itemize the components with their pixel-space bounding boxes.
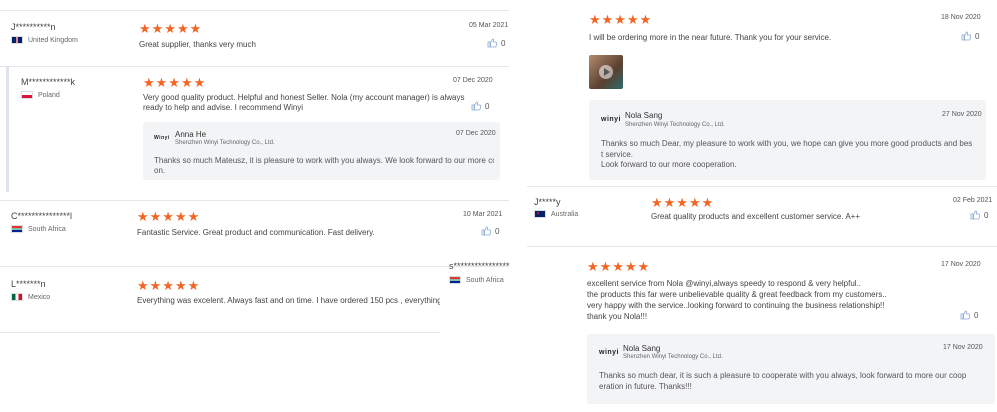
thumbs-up-icon bbox=[961, 31, 971, 41]
thumbs-up-icon bbox=[960, 310, 970, 320]
flag-icon bbox=[534, 210, 546, 218]
play-icon bbox=[599, 65, 613, 79]
seller-name: Nola Sang bbox=[625, 111, 663, 120]
divider bbox=[0, 66, 509, 67]
review-text-line: ready to help and advise. I recommend Wi… bbox=[143, 103, 304, 112]
review-text: I will be ordering more in the near futu… bbox=[589, 33, 832, 42]
reviewer-name: M************k bbox=[21, 77, 76, 87]
review-date: 10 Mar 2021 bbox=[463, 211, 503, 218]
reply-date: 17 Nov 2020 bbox=[943, 344, 983, 351]
review-date: 05 Mar 2021 bbox=[469, 22, 509, 29]
flag-icon bbox=[11, 293, 23, 301]
thumbs-up-icon bbox=[970, 210, 980, 220]
country-label: Australia bbox=[551, 210, 579, 218]
like-button[interactable]: 0 bbox=[481, 226, 499, 236]
thumbs-up-icon bbox=[471, 101, 481, 111]
country-label: South Africa bbox=[28, 225, 66, 233]
reply-date: 27 Nov 2020 bbox=[942, 111, 982, 118]
review-text-line: excellent service from Nola @winyi,alway… bbox=[587, 279, 862, 288]
reviewer-country: Mexico bbox=[11, 293, 50, 301]
seller-name: Anna He bbox=[175, 130, 207, 139]
like-count: 0 bbox=[485, 101, 490, 111]
seller-reply: winyi Nola Sang Shenzhen Winyi Technolog… bbox=[587, 334, 995, 404]
reviewer-name: J*****y bbox=[534, 197, 561, 207]
review-text: Everything was excelent. Always fast and… bbox=[137, 296, 440, 305]
reviewer-name: L*******n bbox=[11, 279, 46, 289]
divider bbox=[527, 246, 997, 247]
thumbs-up-icon bbox=[481, 226, 491, 236]
like-button[interactable]: 0 bbox=[960, 310, 978, 320]
review-text: Fantastic Service. Great product and com… bbox=[137, 228, 375, 237]
like-button[interactable]: 0 bbox=[471, 101, 489, 111]
like-count: 0 bbox=[974, 310, 979, 320]
seller-reply: winyi Nola Sang Shenzhen Winyi Technolog… bbox=[589, 100, 986, 180]
like-button[interactable]: 0 bbox=[970, 210, 988, 220]
star-rating: ★★★★★ bbox=[587, 259, 651, 274]
star-rating: ★★★★★ bbox=[589, 12, 653, 27]
review-date: 18 Nov 2020 bbox=[941, 14, 981, 21]
review-text: Great supplier, thanks very much bbox=[139, 40, 256, 49]
seller-name: Nola Sang bbox=[623, 344, 661, 353]
flag-icon bbox=[449, 276, 461, 284]
reviewer-country: Poland bbox=[21, 91, 60, 99]
flag-icon bbox=[11, 36, 23, 44]
reviewer-country: South Africa bbox=[11, 225, 66, 233]
country-label: South Africa bbox=[466, 276, 504, 284]
review-text-line: very happy with the service..looking for… bbox=[587, 301, 885, 310]
star-rating: ★★★★★ bbox=[137, 278, 201, 293]
divider bbox=[0, 332, 440, 333]
reply-text-line: Thanks so much dear, it is such a pleasu… bbox=[599, 371, 967, 380]
reply-text-line: Thanks so much Dear, my pleasure to work… bbox=[601, 139, 973, 148]
review-text-line: the products this far were unbelievable … bbox=[587, 290, 887, 299]
reviewer-country: South Africa bbox=[449, 276, 504, 284]
star-rating: ★★★★★ bbox=[143, 75, 207, 90]
review-text-line: thank you Nola!!! bbox=[587, 312, 648, 321]
seller-reply: Winyi Anna He Shenzhen Winyi Technology … bbox=[143, 122, 500, 180]
seller-logo: winyi bbox=[601, 116, 622, 123]
country-label: Mexico bbox=[28, 293, 51, 301]
reviewer-country: Australia bbox=[534, 210, 578, 218]
like-button[interactable]: 0 bbox=[487, 38, 505, 48]
divider bbox=[527, 186, 997, 187]
reviewer-country: United Kingdom bbox=[11, 36, 78, 44]
reviewer-name: s**************** bbox=[449, 261, 510, 271]
divider bbox=[0, 266, 509, 267]
review-date: 07 Dec 2020 bbox=[453, 77, 493, 84]
seller-company: Shenzhen Winyi Technology Co., Ltd. bbox=[175, 140, 275, 146]
review-text: Great quality products and excellent cus… bbox=[651, 212, 860, 221]
reply-text-line: on. bbox=[154, 166, 166, 175]
star-rating: ★★★★★ bbox=[137, 209, 201, 224]
country-label: Poland bbox=[38, 91, 60, 99]
reply-text-line: Thanks so much Mateusz, it is pleasure t… bbox=[154, 156, 494, 165]
like-button[interactable]: 0 bbox=[961, 31, 979, 41]
thumbs-up-icon bbox=[487, 38, 497, 48]
star-rating: ★★★★★ bbox=[139, 21, 203, 36]
flag-icon bbox=[11, 225, 23, 233]
divider bbox=[0, 10, 509, 11]
star-rating: ★★★★★ bbox=[651, 195, 715, 210]
review-date: 17 Nov 2020 bbox=[941, 261, 981, 268]
like-count: 0 bbox=[495, 226, 500, 236]
highlight-bar bbox=[6, 66, 9, 192]
flag-icon bbox=[21, 91, 33, 99]
review-video-thumbnail[interactable] bbox=[589, 55, 623, 89]
reply-date: 07 Dec 2020 bbox=[456, 130, 496, 137]
seller-company: Shenzhen Winyi Technology Co., Ltd. bbox=[625, 122, 725, 128]
seller-logo: winyi bbox=[599, 349, 620, 356]
reviewer-name: J**********n bbox=[11, 22, 56, 32]
like-count: 0 bbox=[501, 38, 506, 48]
like-count: 0 bbox=[984, 210, 989, 220]
reply-text-line: Look forward to our more cooperation. bbox=[601, 160, 737, 169]
reply-text-line: eration in future. Thanks!!! bbox=[599, 382, 692, 391]
reviewer-name: C***************l bbox=[11, 211, 73, 221]
seller-logo: Winyi bbox=[154, 135, 170, 141]
divider bbox=[0, 200, 509, 201]
seller-company: Shenzhen Winyi Technology Co., Ltd. bbox=[623, 354, 723, 360]
country-label: United Kingdom bbox=[28, 36, 78, 44]
review-date: 02 Feb 2021 bbox=[953, 197, 993, 204]
like-count: 0 bbox=[975, 31, 980, 41]
